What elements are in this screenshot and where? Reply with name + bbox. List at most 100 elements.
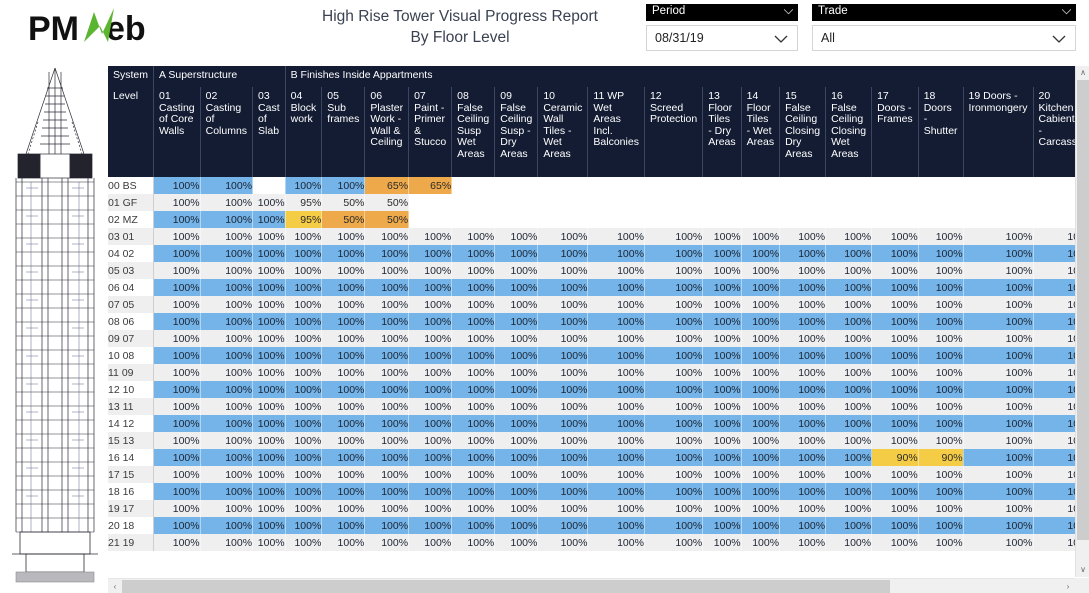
progress-cell[interactable]: 100% (200, 517, 254, 534)
progress-cell[interactable]: 100% (871, 466, 919, 483)
progress-cell[interactable]: 100% (644, 330, 704, 347)
progress-cell[interactable] (918, 177, 964, 194)
progress-cell[interactable]: 100% (252, 415, 286, 432)
progress-cell[interactable]: 100% (494, 296, 539, 313)
progress-cell[interactable]: 100% (825, 483, 873, 500)
progress-cell[interactable]: 100% (200, 415, 254, 432)
progress-cell[interactable]: 100% (408, 415, 453, 432)
progress-cell[interactable]: 100 (1033, 262, 1075, 279)
progress-cell[interactable]: 100% (153, 313, 201, 330)
progress-cell[interactable]: 100% (364, 466, 410, 483)
vertical-scrollbar[interactable]: ∧ ∨ (1075, 66, 1089, 577)
progress-cell[interactable]: 100% (918, 466, 964, 483)
progress-cell[interactable]: 100% (587, 415, 645, 432)
progress-cell[interactable]: 100 (1033, 364, 1075, 381)
progress-cell[interactable]: 65% (364, 177, 410, 194)
level-cell[interactable]: 02 MZ (108, 211, 155, 228)
scroll-down-arrow[interactable]: ∨ (1076, 563, 1089, 577)
column-header-10[interactable]: 10 Ceramic Wall Tiles - Wet Areas (537, 87, 589, 177)
progress-cell[interactable]: 100% (644, 381, 704, 398)
progress-cell[interactable]: 100% (587, 296, 645, 313)
progress-cell[interactable]: 100% (408, 347, 453, 364)
progress-cell[interactable]: 100% (408, 245, 453, 262)
progress-cell[interactable]: 100% (702, 347, 742, 364)
progress-cell[interactable]: 100% (963, 296, 1034, 313)
progress-cell[interactable]: 90% (871, 449, 919, 466)
progress-cell[interactable]: 100% (963, 398, 1034, 415)
progress-cell[interactable]: 100% (963, 347, 1034, 364)
progress-cell[interactable]: 100% (779, 279, 827, 296)
progress-cell[interactable]: 100% (494, 330, 539, 347)
progress-cell[interactable]: 100% (741, 517, 781, 534)
progress-cell[interactable]: 100 (1033, 228, 1075, 245)
progress-cell[interactable]: 100% (252, 262, 286, 279)
progress-cell[interactable]: 100% (587, 279, 645, 296)
progress-cell[interactable]: 100% (702, 449, 742, 466)
progress-cell[interactable]: 100% (741, 313, 781, 330)
progress-cell[interactable] (451, 177, 496, 194)
progress-cell[interactable]: 100% (587, 347, 645, 364)
progress-cell[interactable]: 100 (1033, 398, 1075, 415)
progress-cell[interactable]: 100% (321, 177, 366, 194)
progress-cell[interactable] (494, 211, 539, 228)
progress-cell[interactable]: 100% (871, 364, 919, 381)
progress-cell[interactable]: 100% (408, 483, 453, 500)
progress-cell[interactable]: 100% (200, 194, 254, 211)
progress-cell[interactable]: 100% (364, 483, 410, 500)
column-header-19[interactable]: 19 Doors - Ironmongery (963, 87, 1034, 177)
progress-cell[interactable] (1033, 177, 1075, 194)
progress-cell[interactable] (779, 211, 827, 228)
progress-cell[interactable]: 100% (321, 517, 366, 534)
progress-cell[interactable]: 100% (537, 228, 589, 245)
progress-cell[interactable]: 100% (825, 415, 873, 432)
progress-cell[interactable]: 100% (285, 415, 323, 432)
progress-cell[interactable]: 100% (364, 279, 410, 296)
progress-cell[interactable]: 100% (702, 262, 742, 279)
progress-cell[interactable]: 100% (825, 517, 873, 534)
progress-cell[interactable]: 100% (779, 245, 827, 262)
progress-cell[interactable]: 100% (537, 279, 589, 296)
level-cell[interactable]: 18 16 (108, 483, 155, 500)
progress-cell[interactable]: 100% (494, 449, 539, 466)
filter-trade[interactable]: Trade All (812, 4, 1076, 51)
progress-cell[interactable]: 100% (644, 500, 704, 517)
column-header-16[interactable]: 16 False Ceiling Closing Wet Areas (825, 87, 873, 177)
progress-cell[interactable]: 100% (644, 466, 704, 483)
progress-cell[interactable]: 100% (285, 347, 323, 364)
progress-cell[interactable]: 100% (451, 245, 496, 262)
progress-cell[interactable]: 100% (918, 500, 964, 517)
progress-cell[interactable]: 100% (779, 313, 827, 330)
progress-cell[interactable]: 100% (200, 211, 254, 228)
progress-cell[interactable]: 100% (741, 398, 781, 415)
progress-cell[interactable]: 100% (779, 466, 827, 483)
progress-cell[interactable]: 100% (644, 534, 704, 551)
progress-cell[interactable]: 100% (451, 415, 496, 432)
progress-cell[interactable]: 100% (321, 500, 366, 517)
progress-cell[interactable]: 100% (494, 466, 539, 483)
progress-cell[interactable]: 100% (494, 279, 539, 296)
progress-cell[interactable]: 100% (825, 466, 873, 483)
progress-cell[interactable]: 100% (779, 517, 827, 534)
level-cell[interactable]: 15 13 (108, 432, 155, 449)
progress-cell[interactable]: 100% (364, 313, 410, 330)
progress-cell[interactable]: 100% (153, 364, 201, 381)
progress-cell[interactable]: 100% (252, 449, 286, 466)
level-cell[interactable]: 09 07 (108, 330, 155, 347)
progress-cell[interactable]: 100% (408, 432, 453, 449)
progress-cell[interactable]: 100 (1033, 279, 1075, 296)
progress-cell[interactable]: 100% (825, 279, 873, 296)
progress-cell[interactable]: 100% (408, 466, 453, 483)
progress-cell[interactable]: 100% (364, 449, 410, 466)
progress-cell[interactable]: 100% (702, 432, 742, 449)
column-header-17[interactable]: 17 Doors - Frames (871, 87, 919, 177)
progress-cell[interactable]: 100% (364, 398, 410, 415)
progress-cell[interactable]: 100% (644, 398, 704, 415)
level-cell[interactable]: 11 09 (108, 364, 155, 381)
progress-cell[interactable]: 100% (871, 398, 919, 415)
progress-cell[interactable]: 100% (451, 449, 496, 466)
progress-cell[interactable]: 100% (321, 279, 366, 296)
progress-cell[interactable]: 100% (741, 415, 781, 432)
progress-cell[interactable]: 100% (779, 228, 827, 245)
column-header-3[interactable]: 03 Cast of Slab (252, 87, 286, 177)
progress-cell[interactable]: 100% (285, 330, 323, 347)
